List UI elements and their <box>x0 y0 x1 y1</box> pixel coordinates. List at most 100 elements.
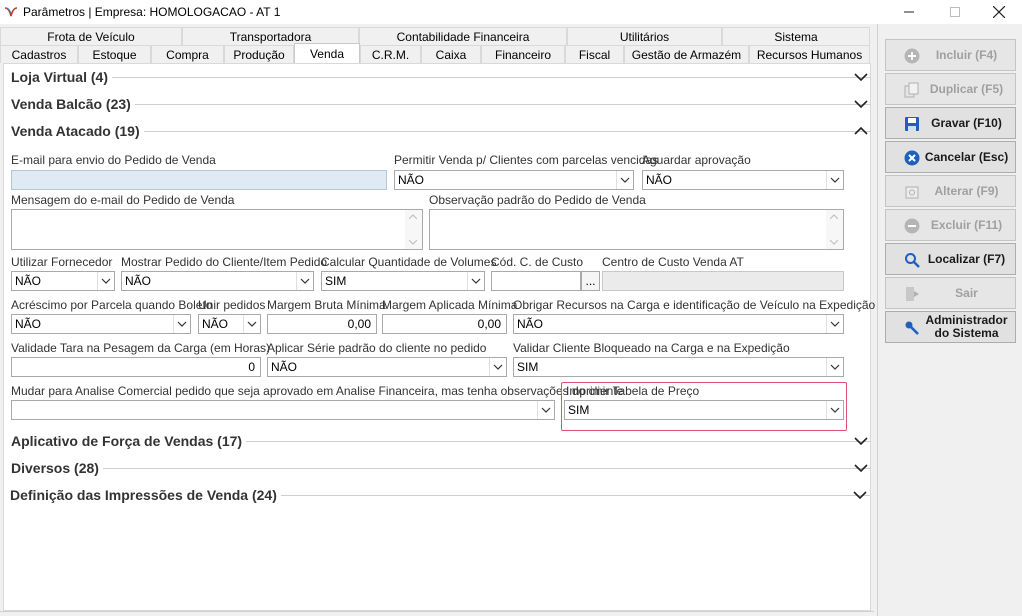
aguardar-aprovacao-select[interactable]: NÃO <box>642 170 844 190</box>
incluir-button[interactable]: Incluir (F4) <box>885 39 1016 71</box>
tab-estoque[interactable]: Estoque <box>78 45 151 63</box>
tab-crm[interactable]: C.R.M. <box>360 45 421 63</box>
minus-circle-icon <box>904 218 920 234</box>
wrench-icon <box>905 321 919 335</box>
sair-button[interactable]: Sair <box>885 277 1016 309</box>
tab-cadastros[interactable]: Cadastros <box>0 45 78 63</box>
chevron-down-icon[interactable] <box>489 358 506 376</box>
chevron-down-icon[interactable] <box>467 272 484 290</box>
mostrar-pedido-select[interactable]: NÃO <box>121 271 314 291</box>
cancel-circle-icon <box>904 150 920 166</box>
permitir-venda-label: Permitir Venda p/ Clientes com parcelas … <box>394 153 659 167</box>
tab-venda[interactable]: Venda <box>294 43 360 63</box>
email-pedido-label: E-mail para envio do Pedido de Venda <box>11 153 216 167</box>
mensagem-email-label: Mensagem do e-mail do Pedido de Venda <box>11 193 235 207</box>
tab-contabilidade[interactable]: Contabilidade Financeira <box>359 27 567 45</box>
margem-bruta-field[interactable]: 0,00 <box>267 314 377 334</box>
close-button[interactable] <box>976 0 1022 24</box>
group-title: Venda Balcão (23) <box>11 96 131 112</box>
window-title: Parâmetros | Empresa: HOMOLOGACAO - AT 1 <box>23 5 281 19</box>
group-aplicativo-forca-vendas[interactable]: Aplicativo de Força de Vendas (17) <box>11 431 871 451</box>
obrigar-recursos-select[interactable]: NÃO <box>513 314 844 334</box>
chevron-down-icon[interactable] <box>854 97 868 111</box>
chevron-down-icon[interactable] <box>826 358 843 376</box>
observacao-padrao-textarea[interactable] <box>429 209 844 250</box>
tab-financeiro[interactable]: Financeiro <box>481 45 565 63</box>
alterar-button[interactable]: Alterar (F9) <box>885 175 1016 207</box>
maximize-button[interactable] <box>932 0 978 24</box>
tab-fiscal[interactable]: Fiscal <box>565 45 624 63</box>
tab-sistema[interactable]: Sistema <box>722 27 870 45</box>
chevron-down-icon[interactable] <box>296 272 313 290</box>
excluir-button[interactable]: Excluir (F11) <box>885 209 1016 241</box>
permitir-venda-select[interactable]: NÃO <box>394 170 634 190</box>
tab-compra[interactable]: Compra <box>151 45 224 63</box>
tab-producao[interactable]: Produção <box>224 45 294 63</box>
centro-custo-venda-label: Centro de Custo Venda AT <box>602 255 744 269</box>
group-title: Loja Virtual (4) <box>11 69 108 85</box>
chevron-down-icon[interactable] <box>853 488 867 502</box>
tab-gestao-armazem[interactable]: Gestão de Armazém <box>624 45 749 63</box>
group-venda-atacado[interactable]: Venda Atacado (19) <box>11 121 871 141</box>
group-definicao-impressoes[interactable]: Definição das Impressões de Venda (24) <box>10 485 870 505</box>
observacao-padrao-label: Observação padrão do Pedido de Venda <box>429 193 646 207</box>
chevron-down-icon[interactable] <box>97 272 114 290</box>
action-toolbar: Incluir (F4) Duplicar (F5) Gravar (F10) … <box>877 24 1022 616</box>
acrescimo-parcela-label: Acréscimo por Parcela quando Boleto <box>11 298 213 312</box>
tab-strip: Frota de Veículo Transportadora Contabil… <box>0 24 873 64</box>
group-loja-virtual[interactable]: Loja Virtual (4) <box>11 67 871 87</box>
cod-centro-custo-field[interactable] <box>491 271 581 291</box>
gravar-button[interactable]: Gravar (F10) <box>885 107 1016 139</box>
mudar-analise-select[interactable] <box>11 400 555 420</box>
validar-cliente-select[interactable]: SIM <box>513 357 844 377</box>
cancelar-button[interactable]: Cancelar (Esc) <box>885 141 1016 173</box>
chevron-down-icon[interactable] <box>173 315 190 333</box>
group-title: Diversos (28) <box>11 460 99 476</box>
mensagem-email-textarea[interactable] <box>11 209 423 250</box>
acrescimo-parcela-select[interactable]: NÃO <box>11 314 191 334</box>
plus-circle-icon <box>904 48 920 64</box>
chevron-down-icon[interactable] <box>854 70 868 84</box>
chevron-down-icon[interactable] <box>826 315 843 333</box>
tab-utilitarios[interactable]: Utilitários <box>567 27 722 45</box>
group-title: Definição das Impressões de Venda (24) <box>10 487 277 503</box>
chevron-down-icon[interactable] <box>616 171 633 189</box>
tab-frota[interactable]: Frota de Veículo <box>0 27 182 45</box>
tab-row-1: Frota de Veículo Transportadora Contabil… <box>0 27 870 45</box>
save-icon <box>905 117 919 131</box>
chevron-down-icon[interactable] <box>854 461 868 475</box>
group-diversos[interactable]: Diversos (28) <box>11 458 871 478</box>
venda-panel: Loja Virtual (4) Venda Balcão (23) Venda… <box>3 63 875 611</box>
duplicar-button[interactable]: Duplicar (F5) <box>885 73 1016 105</box>
imprimir-tabela-label: Imprimir Tabela de Preço <box>566 384 700 398</box>
chevron-down-icon[interactable] <box>243 315 260 333</box>
margem-aplicada-field[interactable]: 0,00 <box>382 314 507 334</box>
minimize-button[interactable] <box>886 0 932 24</box>
unir-pedidos-select[interactable]: NÃO <box>198 314 261 334</box>
chevron-up-icon[interactable] <box>854 124 868 138</box>
scrollbar[interactable] <box>826 210 843 249</box>
centro-custo-lookup-button[interactable]: ... <box>581 271 600 291</box>
group-venda-balcao[interactable]: Venda Balcão (23) <box>11 94 871 114</box>
calcular-quantidade-select[interactable]: SIM <box>321 271 485 291</box>
tab-recursos-humanos[interactable]: Recursos Humanos <box>749 45 870 63</box>
utilizar-fornecedor-select[interactable]: NÃO <box>11 271 115 291</box>
chevron-down-icon[interactable] <box>826 171 843 189</box>
aplicar-serie-select[interactable]: NÃO <box>267 357 507 377</box>
localizar-button[interactable]: Localizar (F7) <box>885 243 1016 275</box>
validar-cliente-label: Validar Cliente Bloqueado na Carga e na … <box>513 341 790 355</box>
duplicate-icon <box>904 82 919 98</box>
tab-caixa[interactable]: Caixa <box>421 45 481 63</box>
chevron-down-icon[interactable] <box>537 401 554 419</box>
scrollbar[interactable] <box>405 210 422 249</box>
validade-tara-field[interactable]: 0 <box>11 357 261 377</box>
administrador-button[interactable]: Administrador do Sistema <box>885 311 1016 343</box>
chevron-down-icon[interactable] <box>826 401 843 419</box>
edit-icon <box>905 186 919 199</box>
email-pedido-field[interactable] <box>11 170 387 190</box>
imprimir-tabela-select[interactable]: SIM <box>564 400 844 420</box>
exit-icon <box>906 287 919 301</box>
chevron-down-icon[interactable] <box>854 434 868 448</box>
mostrar-pedido-label: Mostrar Pedido do Cliente/Item Pedido <box>121 255 328 269</box>
app-logo-icon <box>4 7 18 17</box>
